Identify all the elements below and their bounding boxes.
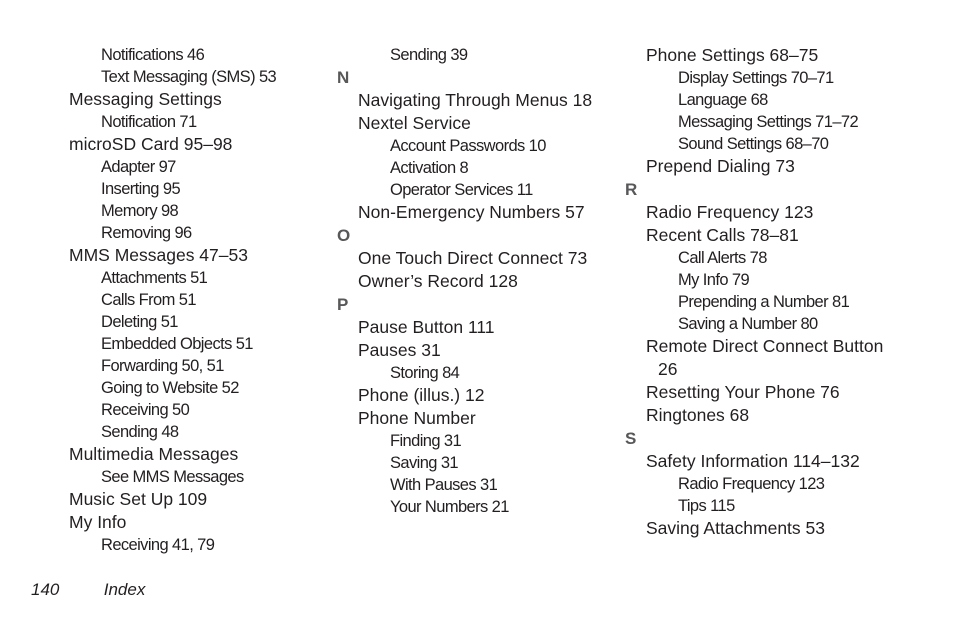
index-entry: Resetting Your Phone 76 — [646, 382, 840, 402]
index-subentry: Activation 8 — [390, 159, 469, 177]
index-entry: Radio Frequency 123 — [646, 202, 814, 222]
index-entry: One Touch Direct Connect 73 — [358, 248, 588, 268]
section-letter: R — [625, 180, 638, 199]
index-entry: Owner’s Record 128 — [358, 271, 518, 291]
index-entry: microSD Card 95–98 — [69, 134, 233, 154]
index-subentry: Removing 96 — [101, 224, 192, 242]
section-letter: N — [337, 68, 350, 87]
index-subentry: Calls From 51 — [101, 291, 196, 309]
index-subentry: Finding 31 — [390, 432, 462, 450]
index-subentry: Your Numbers 21 — [390, 498, 509, 516]
index-entry: Prepend Dialing 73 — [646, 156, 795, 176]
index-entry: Saving Attachments 53 — [646, 518, 825, 538]
index-subentry: Sending 48 — [101, 423, 179, 441]
index-entry: Phone Number — [358, 408, 476, 428]
index-entry-continuation: 26 — [658, 359, 678, 379]
index-column-3: Phone Settings 68–75 Display Settings 70–… — [625, 44, 884, 540]
index-entry: Nextel Service — [358, 113, 471, 133]
index-subentry: My Info 79 — [678, 271, 750, 289]
index-entry: Navigating Through Menus 18 — [358, 90, 593, 110]
index-subentry: Storing 84 — [390, 364, 460, 382]
index-entry: Phone Settings 68–75 — [646, 45, 819, 65]
index-subentry: Deleting 51 — [101, 313, 178, 331]
index-subentry: Messaging Settings 71–72 — [678, 113, 859, 131]
section-letter: S — [625, 429, 637, 448]
index-column-1: Notifications 46 Text Messaging (SMS) 53 M… — [69, 44, 277, 556]
index-subentry: Forwarding 50, 51 — [101, 357, 224, 375]
index-subentry: Adapter 97 — [101, 158, 176, 176]
index-subentry: Language 68 — [678, 91, 768, 109]
index-subentry: Sound Settings 68–70 — [678, 135, 829, 153]
index-subentry: Saving a Number 80 — [678, 315, 818, 333]
index-entry: Music Set Up 109 — [69, 489, 208, 509]
index-subentry: Going to Website 52 — [101, 379, 239, 397]
index-entry: Phone (illus.) 12 — [358, 385, 485, 405]
index-entry: Ringtones 68 — [646, 405, 750, 425]
index-subentry: Memory 98 — [101, 202, 179, 220]
index-subentry: Text Messaging (SMS) 53 — [101, 68, 277, 86]
index-subentry: Saving 31 — [390, 454, 459, 472]
index-subentry: Radio Frequency 123 — [678, 475, 825, 493]
index-subentry: Tips 115 — [678, 497, 735, 515]
index-entry: Non-Emergency Numbers 57 — [358, 202, 585, 222]
index-entry: MMS Messages 47–53 — [69, 245, 248, 265]
index-subentry: Call Alerts 78 — [678, 249, 767, 267]
index-subentry: Display Settings 70–71 — [678, 69, 834, 87]
index-subentry: Inserting 95 — [101, 180, 181, 198]
section-letter: P — [337, 295, 349, 314]
section-letter: O — [337, 226, 351, 245]
index-entry: Recent Calls 78–81 — [646, 225, 799, 245]
index-subentry: Notifications 46 — [101, 46, 205, 64]
index-subentry: Operator Services 11 — [390, 181, 533, 199]
index-subentry: Notification 71 — [101, 113, 197, 131]
index-subentry: With Pauses 31 — [390, 476, 498, 494]
index-entry: Multimedia Messages — [69, 444, 239, 464]
index-subentry: Receiving 50 — [101, 401, 190, 419]
index-subentry: Attachments 51 — [101, 269, 208, 287]
index-entry: Remote Direct Connect Button — [646, 336, 884, 356]
index-column-2: Sending 39 N Navigating Through Menus 18 Ne… — [337, 44, 593, 518]
index-subentry: Sending 39 — [390, 46, 468, 64]
index-subentry: Prepending a Number 81 — [678, 293, 850, 311]
index-subentry: Receiving 41, 79 — [101, 536, 215, 554]
index-entry: Pauses 31 — [358, 340, 441, 360]
index-entry: Safety Information 114–132 — [646, 451, 860, 471]
index-entry: Pause Button 111 — [358, 317, 495, 337]
page-footer: 140 Index — [31, 580, 145, 600]
page-number: 140 — [31, 580, 60, 599]
section-title: Index — [103, 580, 146, 599]
index-subentry: Account Passwords 10 — [390, 137, 546, 155]
index-entry: My Info — [69, 512, 127, 532]
index-subentry: See MMS Messages — [101, 468, 244, 486]
index-entry: Messaging Settings — [69, 89, 222, 109]
index-subentry: Embedded Objects 51 — [101, 335, 253, 353]
